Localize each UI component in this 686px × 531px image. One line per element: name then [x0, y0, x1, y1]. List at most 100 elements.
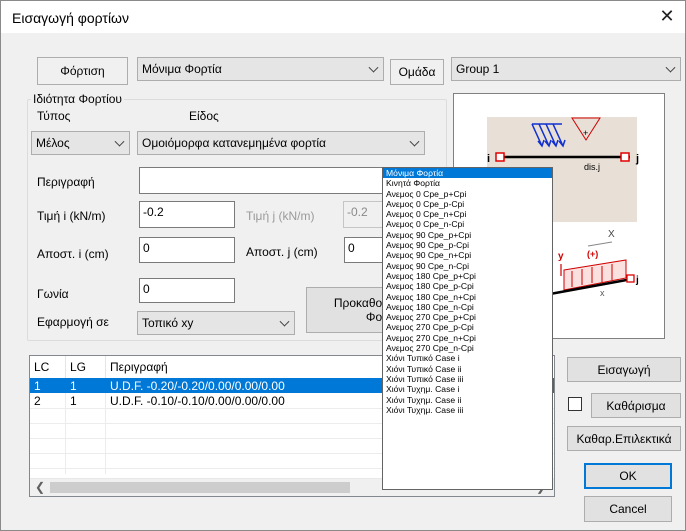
dropdown-option[interactable]: Ανεμος 180 Cpe_n+Cpi: [383, 292, 552, 302]
dropdown-option[interactable]: Ανεμος 90 Cpe_p+Cpi: [383, 230, 552, 240]
dropdown-option[interactable]: Ανεμος 180 Cpe_n-Cpi: [383, 302, 552, 312]
node-j-label: j: [635, 153, 639, 165]
group-select[interactable]: Group 1: [451, 57, 681, 81]
predefined-line-1: Προκαθορ: [333, 296, 389, 310]
value-i-label: Τιμή i (kN/m): [37, 209, 106, 223]
node-j-local-label: j: [635, 275, 639, 286]
clear-button[interactable]: Καθάρισμα: [591, 393, 681, 418]
insert-button[interactable]: Εισαγωγή: [567, 357, 681, 382]
description-input[interactable]: [139, 167, 389, 194]
dropdown-option[interactable]: Ανεμος 90 Cpe_p-Cpi: [383, 240, 552, 250]
header-separator: [105, 356, 106, 378]
kind-select[interactable]: Ομοιόμορφα κατανεμημένα φορτία: [137, 131, 425, 155]
value-i-input[interactable]: -0.2: [139, 201, 235, 228]
node-j-local-icon: [626, 274, 635, 283]
node-j-icon: [620, 152, 630, 162]
loading-select[interactable]: Μόνιμα Φορτία: [137, 57, 384, 81]
tab-loading[interactable]: Φόρτιση: [37, 57, 128, 85]
tab-group[interactable]: Ομάδα: [390, 59, 444, 85]
dropdown-option[interactable]: Χιόνι Τυπικό Case i: [383, 353, 552, 363]
row-description: U.D.F. -0.20/-0.20/0.00/0.00/0.00: [110, 379, 285, 393]
chevron-down-icon: [114, 136, 125, 147]
dist-i-value: 0: [143, 241, 150, 255]
cancel-button-label: Cancel: [609, 502, 647, 516]
insert-button-label: Εισαγωγή: [597, 362, 651, 377]
node-i-icon: [495, 152, 505, 162]
apply-label: Εφαρμογή σε: [37, 315, 109, 329]
apply-select-value: Τοπικό xy: [142, 316, 194, 330]
clear-selective-button-label: Καθαρ.Επιλεκτικά: [576, 431, 672, 446]
dist-i-input[interactable]: 0: [139, 237, 235, 263]
dropdown-option[interactable]: Χιόνι Τυπικό Case iii: [383, 374, 552, 384]
chevron-down-icon: [409, 136, 420, 147]
value-j-value: -0.2: [347, 205, 368, 219]
chevron-down-icon: [368, 62, 379, 73]
clear-button-label: Καθάρισμα: [606, 398, 666, 413]
dialog-title: Εισαγωγή φορτίων: [12, 10, 129, 26]
scroll-thumb[interactable]: [50, 482, 350, 493]
ok-button-label: OK: [619, 469, 637, 483]
dropdown-option[interactable]: Ανεμος 0 Cpe_n-Cpi: [383, 219, 552, 229]
row-lc: 2: [34, 394, 41, 408]
description-label: Περιγραφή: [37, 175, 95, 189]
load-input-dialog: Εισαγωγή φορτίων ✕ Φόρτιση Μόνιμα Φορτία…: [0, 0, 686, 531]
dropdown-option[interactable]: Ανεμος 270 Cpe_n-Cpi: [383, 343, 552, 353]
loading-select-value: Μόνιμα Φορτία: [142, 62, 222, 76]
dropdown-option[interactable]: Ανεμος 270 Cpe_n+Cpi: [383, 333, 552, 343]
dropdown-option[interactable]: Ανεμος 90 Cpe_n+Cpi: [383, 250, 552, 260]
row-lg: 1: [70, 379, 77, 393]
angle-plus-text: +: [583, 128, 588, 138]
header-lc[interactable]: LC: [34, 360, 49, 374]
dist-i-label: Αποστ. i (cm): [37, 247, 109, 261]
type-label: Τύπος: [37, 109, 71, 123]
plus-sign-label: (+): [587, 249, 598, 259]
row-description: U.D.F. -0.10/-0.10/0.00/0.00/0.00: [110, 394, 285, 408]
value-j-label: Τιμή j (kN/m): [246, 209, 315, 223]
dropdown-option[interactable]: Ανεμος 270 Cpe_p+Cpi: [383, 312, 552, 322]
axis-x-line: [587, 241, 613, 247]
dropdown-option[interactable]: Χιόνι Τυπικό Case ii: [383, 364, 552, 374]
axis-x-label: X: [608, 229, 615, 240]
value-i-value: -0.2: [143, 205, 164, 219]
close-icon[interactable]: ✕: [657, 6, 677, 27]
dropdown-option[interactable]: Ανεμος 270 Cpe_p-Cpi: [383, 322, 552, 332]
dropdown-option[interactable]: Μόνιμα Φορτία: [383, 168, 552, 179]
dropdown-option[interactable]: Ανεμος 180 Cpe_p+Cpi: [383, 271, 552, 281]
cancel-button[interactable]: Cancel: [584, 496, 672, 522]
angle-input[interactable]: 0: [139, 278, 235, 303]
header-lg[interactable]: LG: [70, 360, 86, 374]
clear-checkbox[interactable]: [568, 397, 582, 411]
chevron-down-icon: [665, 62, 676, 73]
type-select[interactable]: Μέλος: [31, 131, 130, 155]
row-lc: 1: [34, 379, 41, 393]
dist-j-label: Αποστ. j (cm): [246, 245, 318, 259]
angle-value: 0: [143, 282, 150, 296]
clear-selective-button[interactable]: Καθαρ.Επιλεκτικά: [567, 426, 681, 451]
dropdown-option[interactable]: Ανεμος 0 Cpe_n+Cpi: [383, 209, 552, 219]
dropdown-option[interactable]: Κινητά Φορτία: [383, 178, 552, 188]
load-properties-title: Ιδιότητα Φορτίου: [31, 92, 124, 106]
dist-j-value: 0: [348, 241, 355, 255]
loading-dropdown-list[interactable]: Μόνιμα Φορτία Κινητά Φορτία Ανεμος 0 Cpe_p…: [382, 167, 553, 490]
tab-loading-label: Φόρτιση: [60, 64, 105, 78]
title-bar: Εισαγωγή φορτίων ✕: [1, 1, 685, 33]
dropdown-option[interactable]: Ανεμος 0 Cpe_p+Cpi: [383, 189, 552, 199]
header-separator: [65, 356, 66, 378]
kind-label: Είδος: [189, 109, 219, 123]
group-select-value: Group 1: [456, 62, 500, 76]
dropdown-option[interactable]: Χιόνι Τυχημ. Case ii: [383, 395, 552, 405]
dropdown-option[interactable]: Χιόνι Τυχημ. Case i: [383, 384, 552, 394]
apply-select[interactable]: Τοπικό xy: [137, 311, 295, 335]
dropdown-option[interactable]: Χιόνι Τυχημ. Case iii: [383, 405, 552, 415]
dropdown-option[interactable]: Ανεμος 180 Cpe_p-Cpi: [383, 281, 552, 291]
axis-y-label: y: [558, 251, 564, 262]
ok-button[interactable]: OK: [584, 463, 672, 489]
value-j-input[interactable]: -0.2: [343, 201, 387, 228]
local-x-label: x: [600, 288, 605, 298]
node-i-label: i: [487, 153, 490, 165]
header-description[interactable]: Περιγραφή: [110, 360, 168, 374]
scroll-left-icon[interactable]: ❮: [35, 480, 45, 494]
dropdown-option[interactable]: Ανεμος 0 Cpe_p-Cpi: [383, 199, 552, 209]
dropdown-option[interactable]: Ανεμος 90 Cpe_n-Cpi: [383, 261, 552, 271]
row-lg: 1: [70, 394, 77, 408]
